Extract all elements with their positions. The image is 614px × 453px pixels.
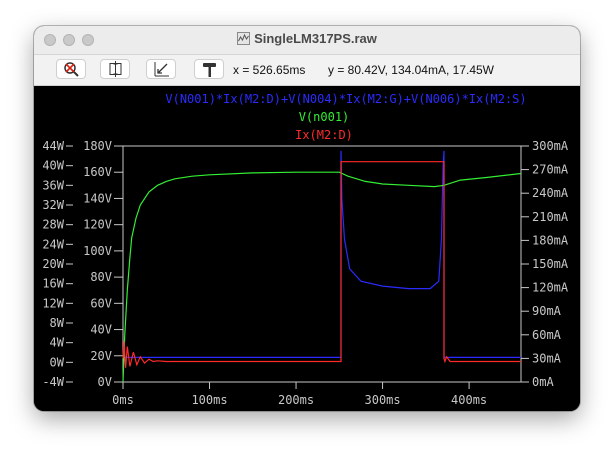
current-tick-label: 120mA — [532, 281, 569, 295]
cursor-y-readout: y = 80.42V, 134.04mA, 17.45W — [328, 63, 495, 77]
watt-tick-label: 32W — [42, 198, 64, 212]
volt-tick-label: 180V — [83, 139, 112, 153]
current-tick-label: 210mA — [532, 210, 569, 224]
voltage-trace-label[interactable]: V(n001) — [299, 110, 350, 124]
volt-tick-label: 60V — [90, 296, 112, 310]
magnifier-cross-icon — [64, 62, 79, 77]
title-bar[interactable]: SingleLM317PS.raw — [34, 26, 580, 55]
window-title: SingleLM317PS.raw — [254, 31, 377, 46]
plot-area[interactable]: V(N001)*Ix(M2:D)+V(N004)*Ix(M2:G)+V(N006… — [34, 86, 580, 411]
current-tick-label: 240mA — [532, 186, 569, 200]
power-trace[interactable] — [123, 150, 521, 358]
plot-window: SingleLM317PS.raw x = 526.65ms y = 80.42… — [34, 26, 580, 411]
voltage-trace[interactable] — [122, 171, 522, 383]
current-trace-label[interactable]: Ix(M2:D) — [295, 128, 353, 142]
current-tick-label: 270mA — [532, 163, 569, 177]
volt-tick-label: 0V — [98, 375, 112, 389]
time-tick-label: 0ms — [112, 393, 134, 407]
watt-tick-label: -4W — [42, 375, 64, 389]
toolbar: x = 526.65ms y = 80.42V, 134.04mA, 17.45… — [34, 55, 580, 86]
volt-tick-label: 120V — [83, 218, 112, 232]
current-tick-label: 300mA — [532, 139, 569, 153]
current-tick-label: 150mA — [532, 257, 569, 271]
watt-tick-label: 24W — [42, 237, 64, 251]
waveform-file-icon — [237, 32, 251, 45]
current-tick-label: 180mA — [532, 233, 569, 247]
cursor-x-readout: x = 526.65ms — [233, 63, 306, 77]
time-tick-label: 100ms — [191, 393, 227, 407]
volt-tick-label: 100V — [83, 244, 112, 258]
volt-tick-label: 160V — [83, 165, 112, 179]
waveform-chart[interactable]: V(N001)*Ix(M2:D)+V(N004)*Ix(M2:G)+V(N006… — [34, 86, 580, 411]
volt-tick-label: 40V — [90, 323, 112, 337]
watt-tick-label: 8W — [50, 316, 65, 330]
zoom-extent-icon — [109, 61, 122, 77]
power-trace-label[interactable]: V(N001)*Ix(M2:D)+V(N004)*Ix(M2:G)+V(N006… — [165, 92, 526, 106]
probe-button[interactable] — [194, 59, 224, 79]
autorange-button[interactable] — [56, 59, 86, 79]
watt-tick-label: 40W — [42, 159, 64, 173]
window-title-area: SingleLM317PS.raw — [34, 31, 580, 46]
plot-frame — [122, 145, 522, 383]
current-tick-label: 90mA — [532, 304, 562, 318]
watt-tick-label: 28W — [42, 218, 64, 232]
volt-tick-label: 20V — [90, 349, 112, 363]
zoom-back-icon — [154, 62, 169, 77]
current-tick-label: 60mA — [532, 328, 562, 342]
probe-hammer-icon — [203, 63, 216, 77]
watt-tick-label: 16W — [42, 277, 64, 291]
watt-tick-label: 44W — [42, 139, 64, 153]
time-tick-label: 300ms — [365, 393, 401, 407]
current-tick-label: 0mA — [532, 375, 554, 389]
watt-tick-label: 4W — [50, 336, 65, 350]
current-tick-label: 30mA — [532, 351, 562, 365]
current-trace[interactable] — [122, 161, 521, 368]
watt-tick-label: 12W — [42, 296, 64, 310]
watt-tick-label: 0W — [50, 355, 65, 369]
watt-tick-label: 36W — [42, 178, 64, 192]
zoom-back-button[interactable] — [146, 59, 176, 79]
zoom-extent-button[interactable] — [100, 59, 130, 79]
volt-tick-label: 80V — [90, 270, 112, 284]
volt-tick-label: 140V — [83, 191, 112, 205]
watt-tick-label: 20W — [42, 257, 64, 271]
time-tick-label: 200ms — [278, 393, 314, 407]
time-tick-label: 400ms — [451, 393, 487, 407]
